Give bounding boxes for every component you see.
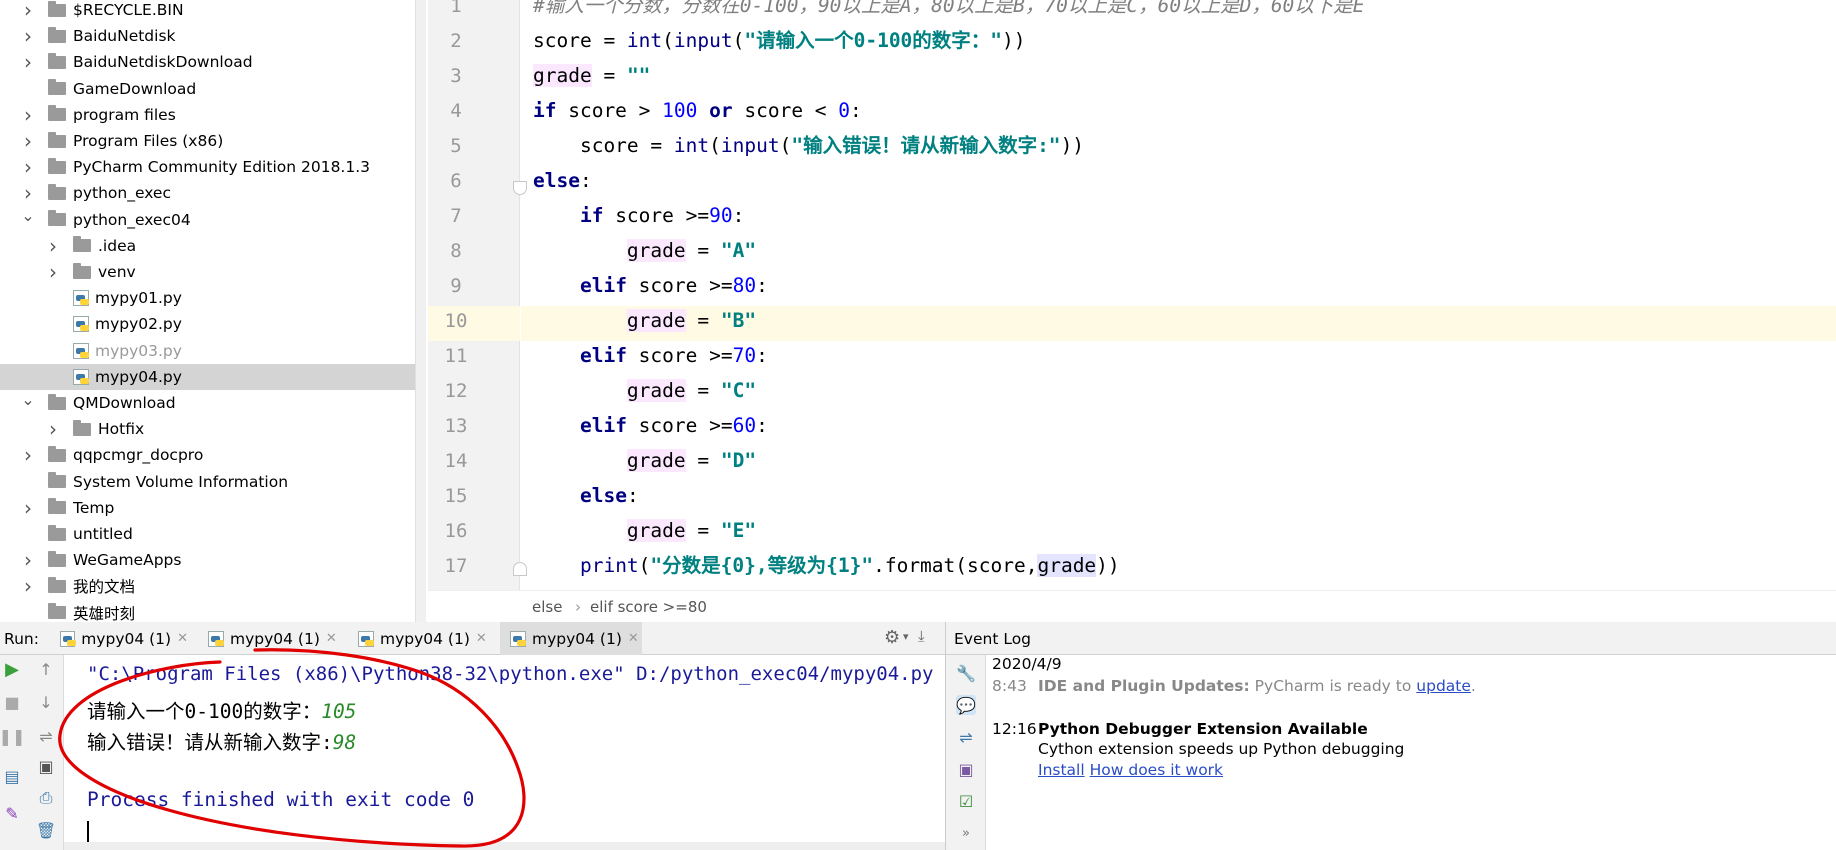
scroll-to-end-icon[interactable]: ▣ (956, 759, 976, 779)
update-link[interactable]: update (1416, 677, 1471, 695)
event-title: Python Debugger Extension Available (1038, 720, 1368, 738)
install-link[interactable]: Install (1038, 761, 1085, 779)
how-does-it-work-link[interactable]: How does it work (1090, 761, 1223, 779)
event-log-toolbar: 🔧 💬 ⇌ ▣ ☑ » (946, 655, 986, 850)
wrench-icon[interactable]: 🔧 (956, 663, 976, 683)
event-message: PyCharm is ready to (1254, 677, 1412, 695)
soft-wrap-icon[interactable]: ⇌ (956, 727, 976, 747)
event-message: . (1470, 677, 1476, 695)
event-log-header: Event Log (946, 622, 1836, 655)
mark-read-icon[interactable]: ☑ (956, 791, 976, 811)
more-icon[interactable]: » (956, 823, 976, 843)
event-date: 2020/4/9 (992, 655, 1062, 673)
event-log-panel: Event Log 🔧 💬 ⇌ ▣ ☑ » 2020/4/9 8:43 IDE … (945, 622, 1836, 850)
chat-icon[interactable]: 💬 (956, 695, 976, 715)
event-time: 8:43 (992, 677, 1027, 695)
event-message: Cython extension speeds up Python debugg… (1038, 740, 1405, 758)
event-title: IDE and Plugin Updates: (1038, 677, 1250, 695)
event-log-title: Event Log (954, 630, 1032, 648)
event-time: 12:16 (992, 720, 1037, 738)
